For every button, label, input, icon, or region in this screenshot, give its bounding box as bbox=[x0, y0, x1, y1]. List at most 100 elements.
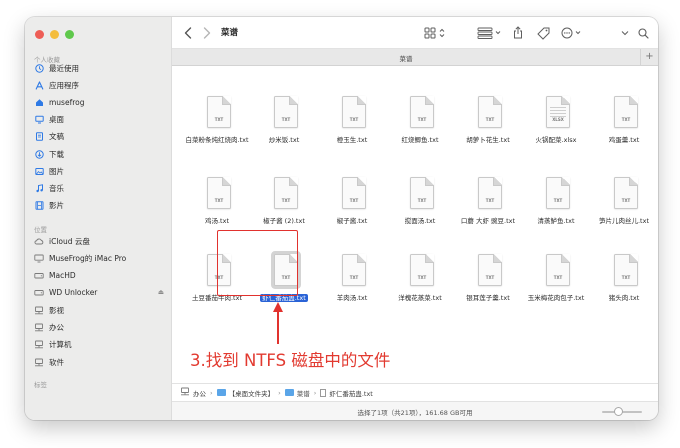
file-name: 清蒸鲈鱼.txt bbox=[537, 217, 575, 225]
group-button[interactable] bbox=[477, 27, 503, 39]
sidebar-item-document[interactable]: 文稿 bbox=[34, 129, 164, 145]
tag-button[interactable] bbox=[536, 26, 550, 40]
status-bar: 选择了1项（共21项），161.68 GB可用 bbox=[172, 401, 658, 420]
more-actions-icon bbox=[561, 27, 581, 39]
file-type-tag: TXT bbox=[621, 275, 631, 280]
document-icon bbox=[34, 132, 44, 142]
search-icon bbox=[637, 27, 649, 39]
sidebar-item-label: 影视 bbox=[49, 305, 64, 315]
file-name: 红烧鲫鱼.txt bbox=[401, 136, 439, 144]
text-file-icon: TXT bbox=[207, 96, 231, 128]
eject-icon[interactable]: ⏏ bbox=[158, 288, 164, 296]
network-icon bbox=[34, 323, 44, 333]
file-type-tag: TXT bbox=[417, 117, 427, 122]
sidebar-item-label: MacHD bbox=[49, 271, 76, 281]
sidebar-item-label: 应用程序 bbox=[49, 80, 79, 90]
forward-button[interactable] bbox=[201, 26, 213, 40]
file-type-tag: TXT bbox=[417, 198, 427, 203]
back-button[interactable] bbox=[182, 26, 194, 40]
path-segment-label: 办公 bbox=[193, 389, 206, 398]
file-type-tag: TXT bbox=[485, 198, 495, 203]
sidebar-item-download[interactable]: 下载 bbox=[34, 146, 164, 162]
tags-header: 标签 bbox=[34, 381, 47, 389]
path-segment[interactable]: 菜谱 bbox=[284, 388, 310, 398]
sidebar-item-music[interactable]: 音乐 bbox=[34, 180, 164, 196]
file-grid: TXT 白菜粉条炖红烧肉.txt TXT 炒米饭.txt TXT 橙玉生.txt TXT 红烧… bbox=[172, 66, 658, 383]
zoom-button[interactable] bbox=[65, 30, 74, 39]
sidebar-item-home[interactable]: musefrog bbox=[34, 94, 164, 110]
sidebar-item-apps[interactable]: 应用程序 bbox=[34, 77, 164, 93]
sidebar-item-label: WD Unlocker bbox=[49, 288, 98, 298]
text-file-icon: TXT bbox=[410, 96, 434, 128]
sidebar-item-label: 软件 bbox=[49, 357, 64, 367]
new-tab-button[interactable]: + bbox=[640, 49, 658, 65]
path-separator-icon: › bbox=[278, 388, 281, 397]
spreadsheet-file-icon: XLSX bbox=[546, 96, 570, 128]
path-segment[interactable]: 虾仁番茄蛊.txt bbox=[320, 388, 373, 398]
text-file-icon: TXT bbox=[274, 177, 298, 209]
path-segment[interactable]: 办公 bbox=[180, 387, 206, 398]
network-icon bbox=[34, 357, 44, 367]
text-file-icon: TXT bbox=[342, 96, 366, 128]
search-button[interactable] bbox=[637, 26, 649, 40]
group-list-icon bbox=[477, 27, 501, 39]
disk-icon bbox=[34, 288, 44, 298]
download-icon bbox=[34, 149, 44, 159]
file-name: 银耳莲子羹.txt bbox=[466, 294, 510, 302]
cloud-icon bbox=[34, 236, 44, 246]
folder-icon bbox=[216, 389, 226, 396]
view-mode-button[interactable] bbox=[424, 27, 446, 39]
text-file-icon: TXT bbox=[478, 96, 502, 128]
sidebar-item-film[interactable]: 影片 bbox=[34, 198, 164, 214]
icon-size-slider[interactable] bbox=[602, 407, 642, 416]
tab-caipu[interactable]: 菜谱 bbox=[172, 53, 640, 63]
folder-icon bbox=[284, 389, 294, 396]
sidebar-item-clock[interactable]: 最近使用 bbox=[34, 60, 164, 76]
file-type-tag: TXT bbox=[281, 117, 291, 122]
tag-icon bbox=[536, 27, 549, 40]
file-name: 鸡蛋羹.txt bbox=[608, 136, 640, 144]
sidebar-location-item[interactable]: MacHD bbox=[34, 268, 164, 284]
text-file-icon: TXT bbox=[207, 177, 231, 209]
toolbar: 菜谱 bbox=[172, 17, 658, 49]
share-button[interactable] bbox=[512, 25, 524, 39]
sidebar-location-item[interactable]: 软件 bbox=[34, 354, 164, 370]
sidebar-item-photo[interactable]: 图片 bbox=[34, 163, 164, 179]
path-separator-icon: › bbox=[313, 388, 317, 397]
sidebar: 个人收藏 最近使用 应用程序 musefrog 桌面 文稿 下载 图片 音乐 影片 位置 iCl… bbox=[25, 17, 172, 420]
sidebar-item-label: 音乐 bbox=[49, 183, 64, 193]
network-icon bbox=[180, 387, 190, 398]
sidebar-item-label: musefrog bbox=[49, 97, 85, 107]
sidebar-location-item[interactable]: 办公 bbox=[34, 320, 164, 336]
annotation-caption: 3.找到 NTFS 磁盘中的文件 bbox=[190, 351, 391, 370]
file-type-tag: TXT bbox=[214, 117, 224, 122]
sidebar-item-label: 最近使用 bbox=[49, 63, 79, 73]
sidebar-location-item[interactable]: MuseFrog的 iMac Pro bbox=[34, 250, 164, 266]
expand-toolbar-button[interactable] bbox=[620, 27, 630, 39]
minimize-button[interactable] bbox=[50, 30, 59, 39]
sidebar-location-item[interactable]: WD Unlocker ⏏ bbox=[34, 285, 164, 301]
path-segment-label: 菜谱 bbox=[296, 389, 310, 398]
action-button[interactable] bbox=[561, 26, 583, 40]
file-name: 橙玉生.txt bbox=[336, 136, 368, 144]
sidebar-location-item[interactable]: 计算机 bbox=[34, 337, 164, 353]
path-segment[interactable]: 【桌面文件夹】 bbox=[216, 388, 274, 398]
home-icon bbox=[34, 97, 44, 107]
text-file-icon: TXT bbox=[410, 254, 434, 286]
sidebar-item-desktop[interactable]: 桌面 bbox=[34, 112, 164, 128]
file-name: 洋槐花蒸菜.txt bbox=[398, 294, 442, 302]
network-icon bbox=[34, 305, 44, 315]
file-name: 猪头肉.txt bbox=[608, 294, 640, 302]
close-button[interactable] bbox=[35, 30, 44, 39]
path-separator-icon: › bbox=[210, 388, 213, 397]
file-type-tag: XLSX bbox=[552, 117, 564, 122]
clock-icon bbox=[34, 63, 44, 73]
apps-icon bbox=[34, 80, 44, 90]
film-icon bbox=[34, 201, 44, 211]
sidebar-location-item[interactable]: iCloud 云盘 bbox=[34, 233, 164, 249]
slider-knob[interactable] bbox=[613, 407, 623, 416]
file-type-tag: TXT bbox=[485, 117, 495, 122]
computer-icon bbox=[34, 253, 44, 263]
window-controls bbox=[35, 30, 74, 39]
sidebar-location-item[interactable]: 影视 bbox=[34, 302, 164, 318]
